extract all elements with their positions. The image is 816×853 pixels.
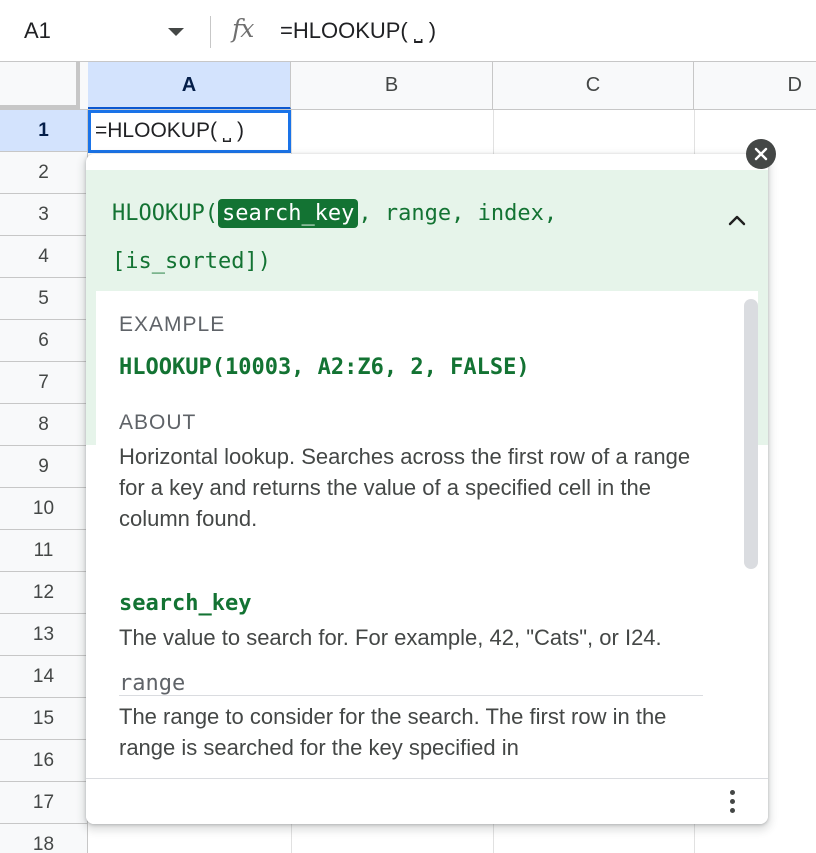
arg-name-search-key: search_key [119, 591, 252, 616]
row-header-12[interactable]: 12 [0, 572, 88, 614]
cell-editor-text[interactable]: =HLOOKUP( ⎵ ) [95, 119, 244, 143]
row-header-4[interactable]: 4 [0, 236, 88, 278]
row-header-8[interactable]: 8 [0, 404, 88, 446]
active-cell-a1[interactable]: =HLOOKUP( ⎵ ) [88, 110, 291, 153]
column-label: B [384, 74, 399, 96]
chevron-down-icon[interactable] [168, 28, 184, 36]
chevron-up-icon[interactable] [726, 210, 748, 232]
signature-function-name: HLOOKUP( [112, 201, 218, 226]
column-label: A [181, 74, 197, 96]
row-headers: 1 2 3 4 5 6 7 8 9 10 11 12 13 14 15 16 1… [0, 110, 88, 853]
name-box-value: A1 [24, 18, 51, 43]
column-label: D [787, 74, 802, 96]
arg-desc-range: The range to consider for the search. Th… [119, 704, 667, 760]
column-header-d[interactable]: D [694, 62, 816, 109]
help-popup-footer [86, 778, 768, 824]
about-label: ABOUT [119, 411, 197, 434]
close-help-button[interactable] [746, 139, 776, 169]
column-header-a[interactable]: A [88, 62, 291, 109]
row-header-10[interactable]: 10 [0, 488, 88, 530]
row-header-5[interactable]: 5 [0, 278, 88, 320]
column-header-c[interactable]: C [493, 62, 694, 109]
row-header-3[interactable]: 3 [0, 194, 88, 236]
more-vert-icon[interactable] [726, 787, 738, 817]
section-divider [119, 695, 703, 696]
close-icon [754, 147, 768, 161]
arg-desc-search-key: The value to search for. For example, 42… [119, 625, 662, 650]
name-box[interactable]: A1 [0, 0, 205, 62]
row-header-17[interactable]: 17 [0, 782, 88, 824]
row-header-13[interactable]: 13 [0, 614, 88, 656]
column-header-b[interactable]: B [291, 62, 493, 109]
formula-bar-divider [210, 16, 211, 48]
column-header-row: A B C D [0, 62, 816, 110]
help-scrollbar[interactable] [744, 299, 758, 569]
fx-icon: fx [232, 14, 254, 43]
row-header-2[interactable]: 2 [0, 152, 88, 194]
about-text: Horizontal lookup. Searches across the f… [119, 444, 691, 531]
example-label: EXAMPLE [119, 313, 226, 336]
signature-optional-arg: [is_sorted]) [112, 249, 271, 274]
row-header-15[interactable]: 15 [0, 698, 88, 740]
row-header-16[interactable]: 16 [0, 740, 88, 782]
signature-args: , range, index, [358, 201, 558, 226]
row-header-7[interactable]: 7 [0, 362, 88, 404]
column-label: C [585, 74, 601, 96]
row-header-14[interactable]: 14 [0, 656, 88, 698]
function-signature: HLOOKUP(search_key, range, index, [is_so… [112, 190, 692, 286]
select-all-corner[interactable] [0, 62, 80, 109]
example-formula: HLOOKUP(10003, A2:Z6, 2, FALSE) [119, 355, 530, 380]
signature-current-arg: search_key [217, 199, 359, 228]
row-header-18[interactable]: 18 [0, 824, 88, 853]
formula-help-popup: HLOOKUP(search_key, range, index, [is_so… [86, 154, 768, 824]
formula-bar: A1 fx =HLOOKUP( ⎵ ) [0, 0, 816, 62]
row-header-9[interactable]: 9 [0, 446, 88, 488]
row-header-6[interactable]: 6 [0, 320, 88, 362]
function-help-body[interactable]: EXAMPLE HLOOKUP(10003, A2:Z6, 2, FALSE) … [96, 291, 758, 769]
arg-name-range: range [119, 671, 186, 696]
row-header-11[interactable]: 11 [0, 530, 88, 572]
formula-input[interactable]: =HLOOKUP( ⎵ ) [280, 18, 436, 44]
row-header-1[interactable]: 1 [0, 110, 88, 152]
